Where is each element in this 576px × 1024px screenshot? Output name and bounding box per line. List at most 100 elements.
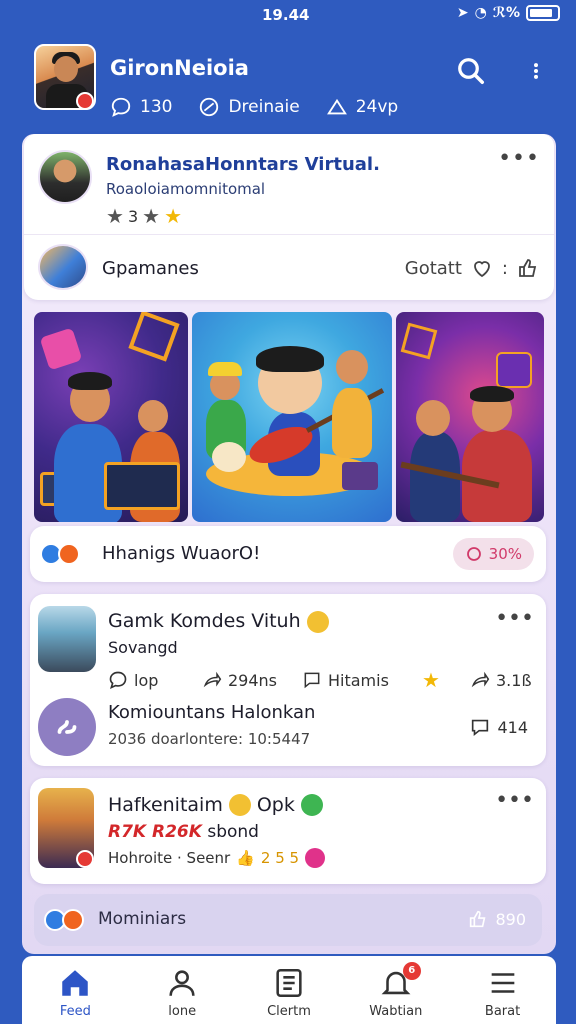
bottom-tab-bar: Feed lone Clertm 6 Wabtian Barat xyxy=(22,956,556,1024)
link-icon xyxy=(57,720,77,734)
stat-dreinaie[interactable]: Dreinaie xyxy=(198,96,300,118)
game-post-card[interactable]: Gamk Komdes Vituh Sovangd ••• lop 294ns … xyxy=(30,594,546,766)
wifi-icon: ◔ xyxy=(474,5,487,21)
group-label[interactable]: Gpamanes xyxy=(102,258,199,279)
bottom-media-row[interactable]: Mominiars 890 xyxy=(34,894,542,946)
post-tagline: R7K R26K sbond xyxy=(108,822,259,842)
community-title: Komiountans Halonkan xyxy=(108,702,316,723)
audio-row[interactable]: Hhanigs WuaorO! 30% xyxy=(30,526,546,582)
post-title[interactable]: RonahasaHonntars Virtual. xyxy=(106,154,380,175)
community-row[interactable]: Komiountans Halonkan 2036 doarlontere: 1… xyxy=(38,698,538,758)
community-subtitle: 2036 doarlontere: 10:5447 xyxy=(108,730,311,748)
tagline-rest: sbond xyxy=(207,822,259,842)
comment-square-icon xyxy=(304,672,320,689)
featured-post-card[interactable]: RonahasaHonntars Virtual. Roaoloiamomnit… xyxy=(24,134,554,300)
tab-menu-label: Barat xyxy=(484,1004,521,1019)
tab-list-label: Clertm xyxy=(267,1004,311,1019)
header-stats: 130 Dreinaie 24vp xyxy=(110,96,398,118)
tab-notifications-label: Wabtian xyxy=(369,1004,423,1019)
thumbs-up-icon[interactable]: 👍 xyxy=(236,849,255,867)
chat-bubble-icon xyxy=(109,671,127,690)
post-title[interactable]: Hafkenitaim Opk xyxy=(108,794,323,816)
group-action-separator: : xyxy=(501,257,508,279)
community-count[interactable]: 414 xyxy=(469,716,528,738)
more-vertical-icon[interactable] xyxy=(526,56,546,86)
stat-comments-label: 130 xyxy=(140,97,173,117)
thumbs-up-icon[interactable] xyxy=(516,256,540,280)
stat-dreinaie-label: Dreinaie xyxy=(228,97,300,117)
banner-panel-right xyxy=(396,312,544,522)
post-meta-count: 2 5 5 xyxy=(260,849,300,867)
star-gold-icon: ★ xyxy=(164,204,182,228)
post-title-a: Hafkenitaim xyxy=(108,794,223,816)
heart-icon[interactable] xyxy=(470,256,494,280)
post-subtitle: Sovangd xyxy=(108,638,178,657)
more-horizontal-icon[interactable]: ••• xyxy=(495,606,534,631)
star-gold-icon[interactable]: ★ xyxy=(422,668,470,692)
tags-stat[interactable]: Hitamis xyxy=(302,670,422,690)
tab-menu[interactable]: Barat xyxy=(460,966,546,1019)
menu-icon xyxy=(491,973,514,993)
share-icon xyxy=(326,98,347,115)
avatar[interactable] xyxy=(38,150,92,204)
notification-badge: 6 xyxy=(402,962,421,980)
audio-label: Hhanigs WuaorO! xyxy=(102,543,261,564)
post-stats: lop 294ns Hitamis ★ 3.1ß xyxy=(108,668,538,692)
avatar[interactable] xyxy=(38,606,96,672)
tab-feed[interactable]: Feed xyxy=(32,966,118,1019)
status-bar: 19.44 ➤ ◔ ℛ% xyxy=(0,0,576,32)
group-avatar[interactable] xyxy=(38,244,88,290)
battery-icon xyxy=(526,5,560,21)
post-meta: Hohroite · Seenr 👍 2 5 5 xyxy=(108,848,326,868)
post-title-b: Opk xyxy=(256,794,295,816)
profile-header: GironNeioia 130 Dreinaie 24vp xyxy=(0,40,576,130)
star-icon: ★ xyxy=(106,204,124,228)
tab-list[interactable]: Clertm xyxy=(246,966,332,1019)
stat-comments[interactable]: 130 xyxy=(110,96,172,118)
header-actions xyxy=(456,56,546,86)
community-count-value: 414 xyxy=(497,717,528,737)
progress-badge[interactable]: 30% xyxy=(452,538,534,570)
rating-value: 3 xyxy=(127,206,139,226)
tab-profile-label: lone xyxy=(168,1004,197,1019)
media-count-value: 890 xyxy=(495,909,526,929)
shares-stat[interactable]: 3.1ß xyxy=(470,670,532,690)
post-meta-text: Hohroite · Seenr xyxy=(108,849,231,867)
post-subtitle: Roaoloiamomnitomal xyxy=(106,180,266,198)
shares-count: 3.1ß xyxy=(496,670,532,690)
chat-bubble-icon xyxy=(466,547,481,561)
heartbeat-icon[interactable] xyxy=(305,848,326,868)
comments-stat[interactable]: lop xyxy=(108,670,202,690)
thumbs-up-icon xyxy=(470,910,486,928)
group-action-label[interactable]: Gotatt xyxy=(405,258,462,279)
list-icon xyxy=(276,968,302,998)
live-badge-icon xyxy=(76,850,94,868)
divider xyxy=(24,234,554,235)
tab-notifications[interactable]: 6 Wabtian xyxy=(353,962,439,1019)
virtual-concert-banner[interactable] xyxy=(34,312,544,522)
stat-share-label: 24vp xyxy=(355,97,399,117)
comment-icon xyxy=(472,719,489,737)
media-icons xyxy=(40,543,80,565)
search-icon[interactable] xyxy=(456,56,486,86)
record-icon xyxy=(62,909,84,931)
profile-post-card[interactable]: Hafkenitaim Opk R7K R26K sbond Hohroite … xyxy=(30,778,546,884)
status-time: 19.44 xyxy=(262,6,310,24)
more-horizontal-icon[interactable]: ••• xyxy=(495,788,534,813)
profile-name[interactable]: GironNeioia xyxy=(110,56,249,80)
leaf-icon xyxy=(200,97,219,117)
post-title[interactable]: Gamk Komdes Vituh xyxy=(108,610,329,633)
forward-icon xyxy=(471,671,490,688)
media-label: Mominiars xyxy=(98,909,187,929)
check-icon xyxy=(300,794,323,816)
star-icon: ★ xyxy=(142,204,161,228)
views-stat[interactable]: 294ns xyxy=(202,670,302,690)
share-icon xyxy=(203,671,222,688)
views-count: 294ns xyxy=(228,670,278,690)
stat-share[interactable]: 24vp xyxy=(326,96,398,118)
banner-panel-left xyxy=(34,312,188,522)
media-count[interactable]: 890 xyxy=(467,908,526,930)
tab-profile[interactable]: lone xyxy=(139,966,225,1019)
more-horizontal-icon[interactable]: ••• xyxy=(498,146,540,171)
live-badge-icon xyxy=(76,92,94,110)
